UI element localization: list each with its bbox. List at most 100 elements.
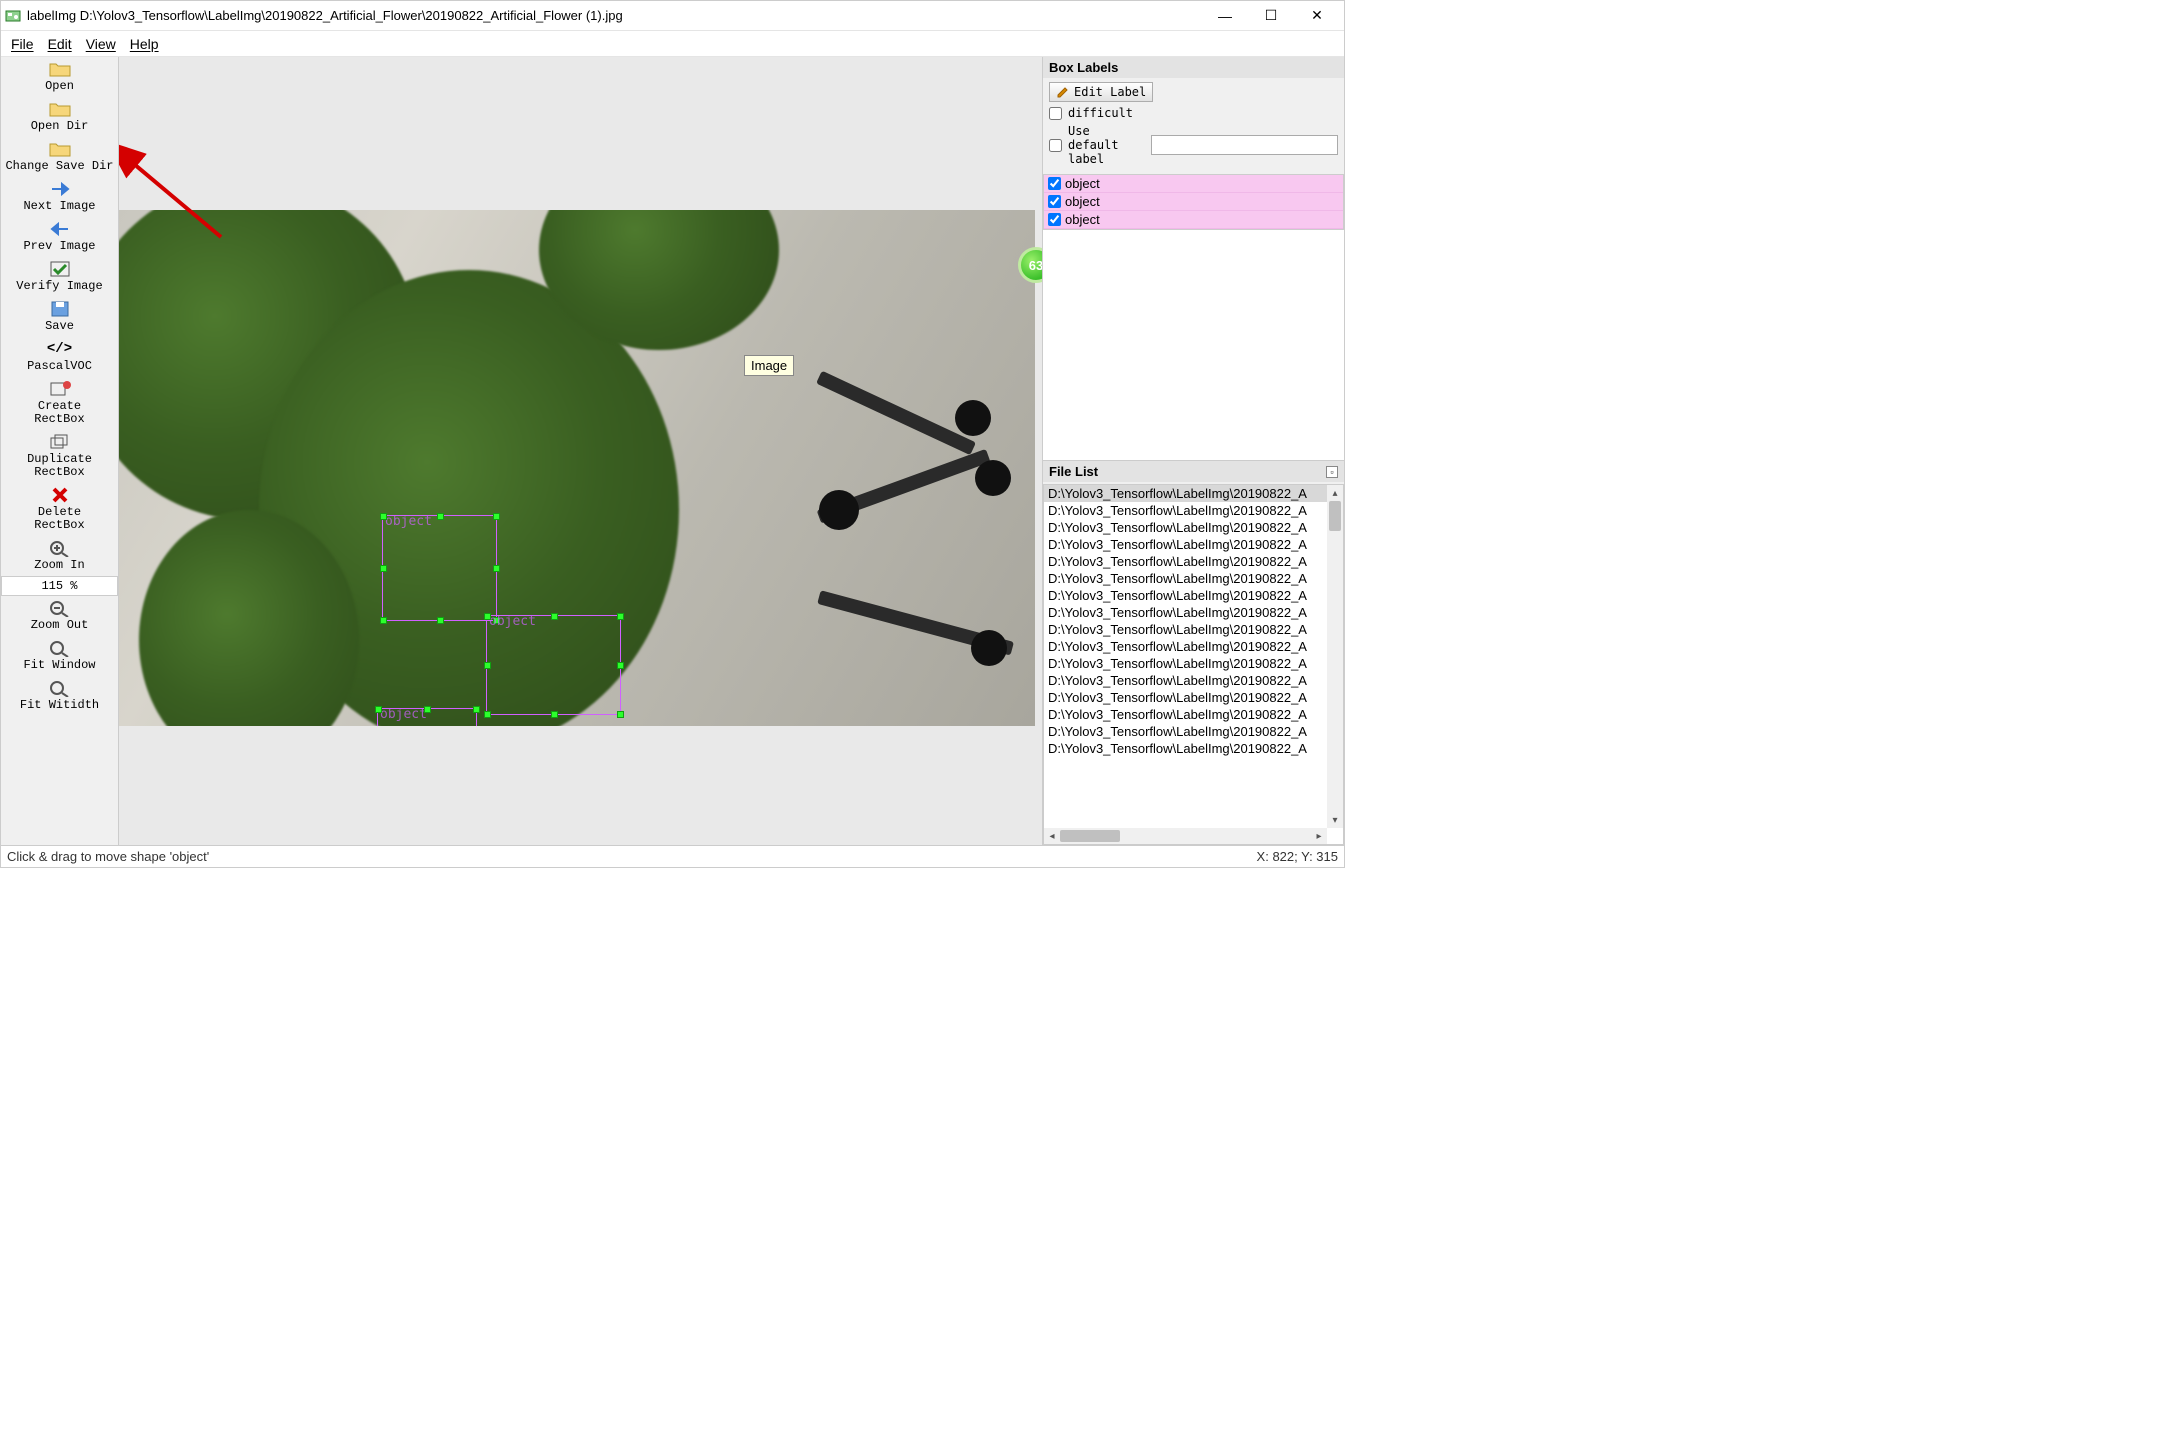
menu-edit[interactable]: Edit [42, 34, 78, 54]
file-item[interactable]: D:\Yolov3_Tensorflow\LabelImg\20190822_A [1044, 570, 1327, 587]
file-item[interactable]: D:\Yolov3_Tensorflow\LabelImg\20190822_A [1044, 536, 1327, 553]
bbox-handle[interactable] [375, 706, 382, 713]
status-hint: Click & drag to move shape 'object' [7, 849, 209, 864]
label-list[interactable]: objectobjectobject [1043, 174, 1344, 230]
verify-image-button[interactable]: Verify Image [1, 257, 118, 297]
bbox-2[interactable]: object [377, 708, 477, 726]
delete-rectbox-button[interactable]: Delete RectBox [1, 483, 118, 536]
bbox-handle[interactable] [493, 513, 500, 520]
bbox-handle[interactable] [437, 617, 444, 624]
prev-image-label: Prev Image [23, 240, 95, 253]
file-item[interactable]: D:\Yolov3_Tensorflow\LabelImg\20190822_A [1044, 587, 1327, 604]
edit-label-button[interactable]: Edit Label [1049, 82, 1153, 102]
bbox-handle[interactable] [484, 711, 491, 718]
bbox-handle[interactable] [380, 617, 387, 624]
file-item[interactable]: D:\Yolov3_Tensorflow\LabelImg\20190822_A [1044, 485, 1327, 502]
default-label-input[interactable] [1151, 135, 1338, 155]
folder-icon [48, 140, 72, 158]
folder-icon [48, 60, 72, 78]
minimize-button[interactable]: — [1202, 1, 1248, 31]
pascalvoc-button[interactable]: </>PascalVOC [1, 337, 118, 377]
fit-window-button[interactable]: Fit Window [1, 636, 118, 676]
filelist-dock-button[interactable]: ▫ [1326, 466, 1338, 478]
label-checkbox[interactable] [1048, 195, 1061, 208]
maximize-button[interactable]: ☐ [1248, 1, 1294, 31]
file-item[interactable]: D:\Yolov3_Tensorflow\LabelImg\20190822_A [1044, 519, 1327, 536]
zoom-out-button[interactable]: Zoom Out [1, 596, 118, 636]
filelist-hscroll[interactable]: ◂ ▸ [1044, 828, 1327, 844]
close-button[interactable]: ✕ [1294, 1, 1340, 31]
menu-help[interactable]: Help [124, 34, 165, 54]
create-rectbox-button[interactable]: Create RectBox [1, 377, 118, 430]
bbox-handle[interactable] [551, 613, 558, 620]
scroll-left-icon[interactable]: ◂ [1044, 828, 1060, 844]
zoom-in-label: Zoom In [34, 559, 84, 572]
file-item[interactable]: D:\Yolov3_Tensorflow\LabelImg\20190822_A [1044, 740, 1327, 757]
file-item[interactable]: D:\Yolov3_Tensorflow\LabelImg\20190822_A [1044, 689, 1327, 706]
open-button[interactable]: Open [1, 57, 118, 97]
zoom-in-button[interactable]: Zoom In [1, 536, 118, 576]
bbox-label: object [380, 707, 427, 722]
bbox-handle[interactable] [437, 513, 444, 520]
open-label: Open [45, 80, 74, 93]
scroll-down-icon[interactable]: ▾ [1327, 812, 1343, 828]
bbox-handle[interactable] [380, 565, 387, 572]
save-button[interactable]: Save [1, 297, 118, 337]
filelist-title: File List ▫ [1043, 461, 1344, 482]
file-item[interactable]: D:\Yolov3_Tensorflow\LabelImg\20190822_A [1044, 672, 1327, 689]
bbox-handle[interactable] [551, 711, 558, 718]
label-row[interactable]: object [1044, 175, 1343, 193]
file-item[interactable]: D:\Yolov3_Tensorflow\LabelImg\20190822_A [1044, 604, 1327, 621]
file-item[interactable]: D:\Yolov3_Tensorflow\LabelImg\20190822_A [1044, 638, 1327, 655]
file-item[interactable]: D:\Yolov3_Tensorflow\LabelImg\20190822_A [1044, 621, 1327, 638]
bbox-handle[interactable] [493, 565, 500, 572]
filelist-vscroll[interactable]: ▴ ▾ [1327, 485, 1343, 828]
bbox-label: object [489, 614, 536, 629]
file-item[interactable]: D:\Yolov3_Tensorflow\LabelImg\20190822_A [1044, 723, 1327, 740]
label-text: object [1065, 176, 1100, 191]
menu-view[interactable]: View [80, 34, 122, 54]
bbox-handle[interactable] [473, 706, 480, 713]
label-checkbox[interactable] [1048, 177, 1061, 190]
bbox-handle[interactable] [380, 513, 387, 520]
menu-file[interactable]: File [5, 34, 40, 54]
bbox-handle[interactable] [617, 662, 624, 669]
file-item[interactable]: D:\Yolov3_Tensorflow\LabelImg\20190822_A [1044, 655, 1327, 672]
save-label: Save [45, 320, 74, 333]
file-item[interactable]: D:\Yolov3_Tensorflow\LabelImg\20190822_A [1044, 706, 1327, 723]
titlebar: labelImg D:\Yolov3_Tensorflow\LabelImg\2… [1, 1, 1344, 31]
boxlabels-title: Box Labels [1043, 57, 1344, 78]
bbox-0[interactable]: object [382, 515, 497, 621]
label-row[interactable]: object [1044, 211, 1343, 229]
duplicate-rectbox-button[interactable]: Duplicate RectBox [1, 430, 118, 483]
open-dir-button[interactable]: Open Dir [1, 97, 118, 137]
x-icon [48, 486, 72, 504]
file-list[interactable]: D:\Yolov3_Tensorflow\LabelImg\20190822_A… [1043, 484, 1344, 845]
bbox-handle[interactable] [484, 613, 491, 620]
change-save-dir-button[interactable]: Change Save Dir [1, 137, 118, 177]
bbox-handle[interactable] [484, 662, 491, 669]
zoom-value[interactable]: 115 % [1, 576, 118, 596]
label-checkbox[interactable] [1048, 213, 1061, 226]
scroll-up-icon[interactable]: ▴ [1327, 485, 1343, 501]
window-title: labelImg D:\Yolov3_Tensorflow\LabelImg\2… [27, 8, 1202, 23]
file-item[interactable]: D:\Yolov3_Tensorflow\LabelImg\20190822_A [1044, 553, 1327, 570]
bbox-handle[interactable] [617, 711, 624, 718]
use-default-label-checkbox[interactable] [1049, 139, 1062, 152]
canvas-area[interactable]: objectobjectobject Image 63 [119, 57, 1042, 845]
use-default-label-text: Use default label [1068, 124, 1145, 166]
disk-icon [48, 300, 72, 318]
difficult-checkbox[interactable] [1049, 107, 1062, 120]
zoom-in-icon [48, 539, 72, 557]
next-image-button[interactable]: Next Image [1, 177, 118, 217]
file-item[interactable]: D:\Yolov3_Tensorflow\LabelImg\20190822_A [1044, 502, 1327, 519]
fit-width-button[interactable]: Fit Witidth [1, 676, 118, 716]
bbox-handle[interactable] [424, 706, 431, 713]
image-frame[interactable]: objectobjectobject [119, 210, 1035, 726]
scroll-right-icon[interactable]: ▸ [1311, 828, 1327, 844]
bbox-1[interactable]: object [486, 615, 621, 715]
bbox-handle[interactable] [617, 613, 624, 620]
prev-image-button[interactable]: Prev Image [1, 217, 118, 257]
label-row[interactable]: object [1044, 193, 1343, 211]
difficult-checkbox-row[interactable]: difficult [1049, 106, 1338, 120]
